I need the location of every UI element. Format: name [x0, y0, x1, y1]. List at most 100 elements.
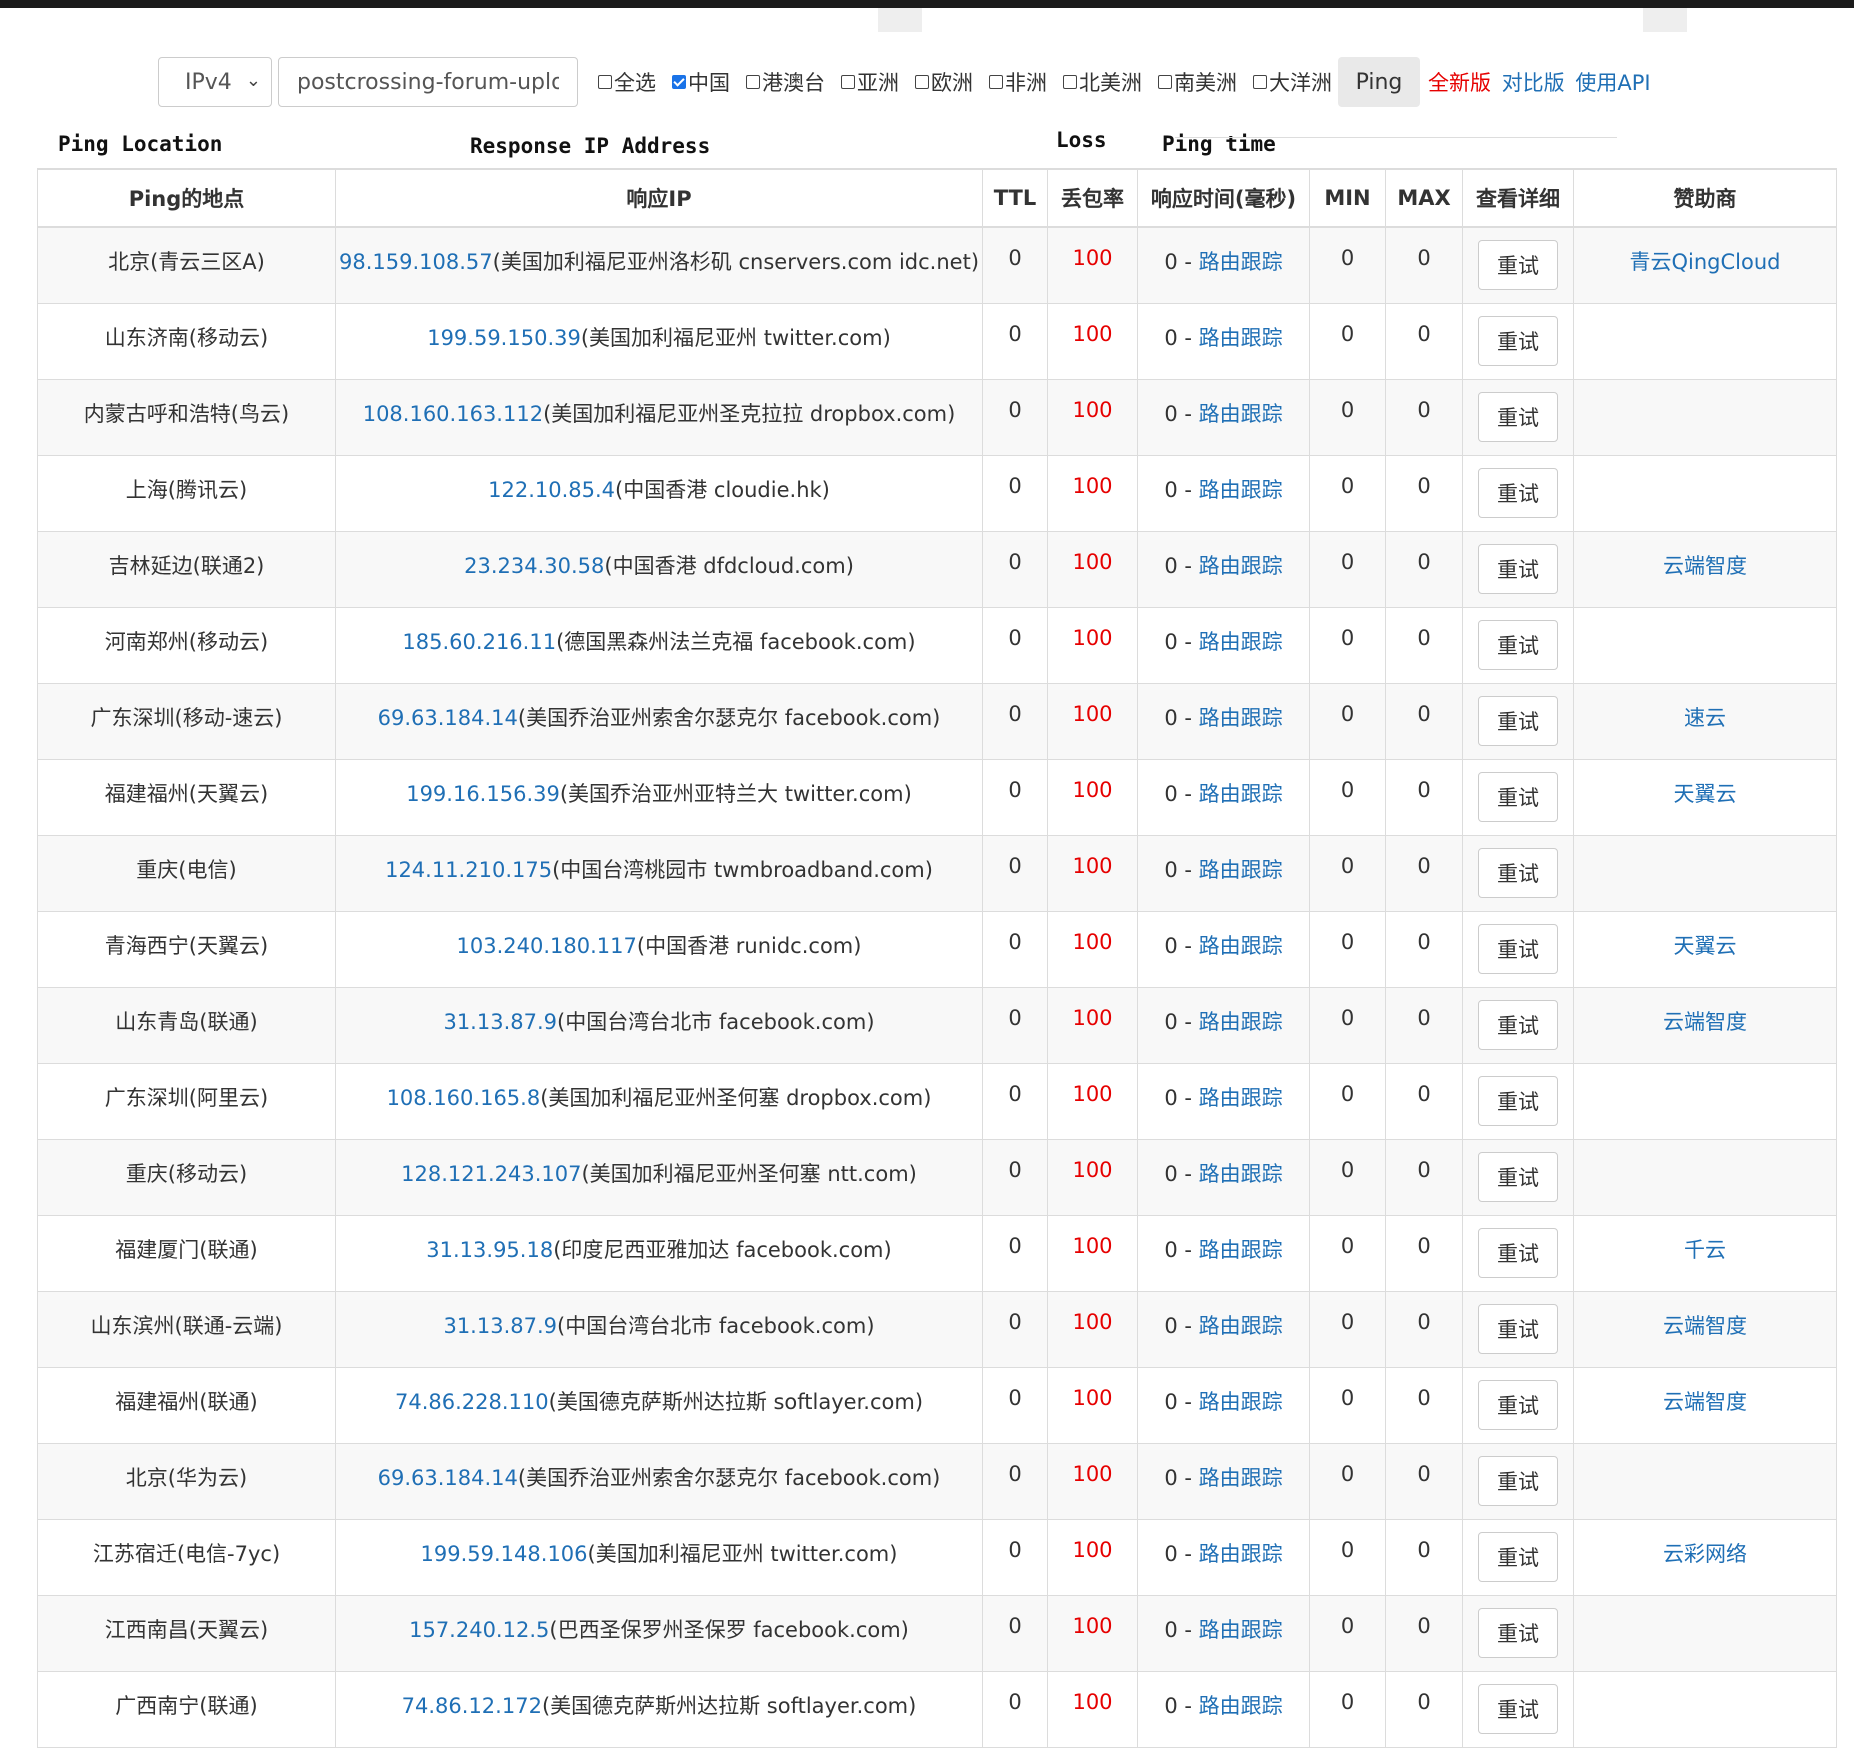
ip-link[interactable]: 108.160.165.8: [387, 1086, 541, 1110]
ip-version-select[interactable]: IPv4 ⌄: [158, 57, 272, 107]
retry-button[interactable]: 重试: [1478, 467, 1558, 518]
new-version-link[interactable]: 全新版: [1428, 71, 1491, 95]
region-checkbox[interactable]: 全选: [598, 67, 656, 97]
traceroute-link[interactable]: 路由跟踪: [1199, 706, 1283, 730]
region-checkbox[interactable]: 南美洲: [1158, 67, 1237, 97]
ip-link[interactable]: 157.240.12.5: [409, 1618, 549, 1642]
ip-link[interactable]: 69.63.184.14: [378, 1466, 518, 1490]
ip-link[interactable]: 185.60.216.11: [402, 630, 556, 654]
traceroute-link[interactable]: 路由跟踪: [1199, 250, 1283, 274]
region-checkbox[interactable]: 非洲: [989, 67, 1047, 97]
region-checkbox[interactable]: 大洋洲: [1253, 67, 1332, 97]
checkbox-icon[interactable]: [841, 75, 855, 89]
retry-button[interactable]: 重试: [1478, 1531, 1558, 1582]
traceroute-link[interactable]: 路由跟踪: [1199, 630, 1283, 654]
retry-button[interactable]: 重试: [1478, 1607, 1558, 1658]
ip-link[interactable]: 69.63.184.14: [378, 706, 518, 730]
retry-button[interactable]: 重试: [1478, 240, 1558, 290]
cell-details: 重试: [1462, 530, 1574, 608]
checkbox-icon[interactable]: [915, 75, 929, 89]
region-checkbox[interactable]: 欧洲: [915, 67, 973, 97]
region-checkbox[interactable]: 北美洲: [1063, 67, 1142, 97]
traceroute-link[interactable]: 路由跟踪: [1199, 1694, 1283, 1718]
ip-info: (美国加利福尼亚州圣何塞 dropbox.com): [540, 1085, 932, 1110]
traceroute-link[interactable]: 路由跟踪: [1199, 1390, 1283, 1414]
sponsor-link[interactable]: 速云: [1684, 706, 1726, 730]
traceroute-link[interactable]: 路由跟踪: [1199, 1466, 1283, 1490]
ip-link[interactable]: 103.240.180.117: [457, 934, 637, 958]
traceroute-link[interactable]: 路由跟踪: [1199, 1086, 1283, 1110]
sponsor-link[interactable]: 天翼云: [1674, 782, 1737, 806]
traceroute-link[interactable]: 路由跟踪: [1199, 1314, 1283, 1338]
cell-details: 重试: [1462, 1138, 1574, 1216]
traceroute-link[interactable]: 路由跟踪: [1199, 478, 1283, 502]
ip-link[interactable]: 31.13.87.9: [443, 1314, 557, 1338]
ip-link[interactable]: 199.59.148.106: [421, 1542, 588, 1566]
traceroute-link[interactable]: 路由跟踪: [1199, 402, 1283, 426]
sponsor-link[interactable]: 云端智度: [1663, 1390, 1747, 1414]
ip-link[interactable]: 108.160.163.112: [363, 402, 543, 426]
compare-version-link[interactable]: 对比版: [1502, 71, 1565, 95]
ip-link[interactable]: 23.234.30.58: [464, 554, 604, 578]
retry-button[interactable]: 重试: [1478, 1455, 1558, 1506]
retry-button[interactable]: 重试: [1478, 771, 1558, 822]
host-input[interactable]: [278, 57, 578, 107]
retry-button[interactable]: 重试: [1478, 1303, 1558, 1354]
checkbox-icon[interactable]: [1063, 75, 1077, 89]
sponsor-link[interactable]: 云端智度: [1663, 1010, 1747, 1034]
traceroute-link[interactable]: 路由跟踪: [1199, 1010, 1283, 1034]
retry-button[interactable]: 重试: [1478, 695, 1558, 746]
checkbox-icon[interactable]: [1158, 75, 1172, 89]
ip-link[interactable]: 122.10.85.4: [488, 478, 615, 502]
region-checkbox[interactable]: 港澳台: [746, 67, 825, 97]
retry-button[interactable]: 重试: [1478, 543, 1558, 594]
sponsor-link[interactable]: 云端智度: [1663, 1314, 1747, 1338]
retry-button[interactable]: 重试: [1478, 999, 1558, 1050]
traceroute-link[interactable]: 路由跟踪: [1199, 1162, 1283, 1186]
retry-button[interactable]: 重试: [1478, 391, 1558, 442]
checkbox-icon[interactable]: [1253, 75, 1267, 89]
ip-link[interactable]: 31.13.95.18: [426, 1238, 553, 1262]
ip-link[interactable]: 199.59.150.39: [427, 326, 581, 350]
ip-link[interactable]: 74.86.228.110: [395, 1390, 549, 1414]
retry-button[interactable]: 重试: [1478, 1151, 1558, 1202]
ip-link[interactable]: 98.159.108.57: [339, 250, 493, 274]
traceroute-link[interactable]: 路由跟踪: [1199, 934, 1283, 958]
ip-link[interactable]: 31.13.87.9: [443, 1010, 557, 1034]
retry-button[interactable]: 重试: [1478, 1379, 1558, 1430]
api-link[interactable]: 使用API: [1575, 71, 1650, 95]
ip-link[interactable]: 199.16.156.39: [406, 782, 560, 806]
retry-button[interactable]: 重试: [1478, 619, 1558, 670]
traceroute-link[interactable]: 路由跟踪: [1199, 1618, 1283, 1642]
traceroute-link[interactable]: 路由跟踪: [1199, 1542, 1283, 1566]
traceroute-link[interactable]: 路由跟踪: [1199, 554, 1283, 578]
cell-ttl: 0: [982, 530, 1048, 608]
cell-min: 0: [1309, 378, 1386, 456]
ping-button[interactable]: Ping: [1338, 57, 1420, 107]
ip-link[interactable]: 74.86.12.172: [402, 1694, 542, 1718]
retry-button[interactable]: 重试: [1478, 923, 1558, 974]
region-checkbox[interactable]: 中国: [672, 67, 730, 97]
ip-link[interactable]: 128.121.243.107: [401, 1162, 581, 1186]
sponsor-link[interactable]: 云端智度: [1663, 554, 1747, 578]
sponsor-link[interactable]: 千云: [1684, 1238, 1726, 1262]
retry-button[interactable]: 重试: [1478, 315, 1558, 366]
sponsor-link[interactable]: 青云QingCloud: [1630, 250, 1781, 274]
traceroute-link[interactable]: 路由跟踪: [1199, 858, 1283, 882]
checkbox-icon[interactable]: [598, 75, 612, 89]
traceroute-link[interactable]: 路由跟踪: [1199, 782, 1283, 806]
retry-button[interactable]: 重试: [1478, 1227, 1558, 1278]
region-checkbox[interactable]: 亚洲: [841, 67, 899, 97]
checkbox-checked-icon[interactable]: [672, 75, 686, 89]
checkbox-icon[interactable]: [746, 75, 760, 89]
sponsor-link[interactable]: 天翼云: [1674, 934, 1737, 958]
sponsor-link[interactable]: 云彩网络: [1663, 1542, 1747, 1566]
traceroute-link[interactable]: 路由跟踪: [1199, 326, 1283, 350]
retry-button[interactable]: 重试: [1478, 1075, 1558, 1126]
ip-link[interactable]: 124.11.210.175: [385, 858, 552, 882]
retry-button[interactable]: 重试: [1478, 1683, 1558, 1734]
traceroute-link[interactable]: 路由跟踪: [1199, 1238, 1283, 1262]
retry-button[interactable]: 重试: [1478, 847, 1558, 898]
cell-response-time: 0 - 路由跟踪: [1137, 1290, 1310, 1368]
checkbox-icon[interactable]: [989, 75, 1003, 89]
